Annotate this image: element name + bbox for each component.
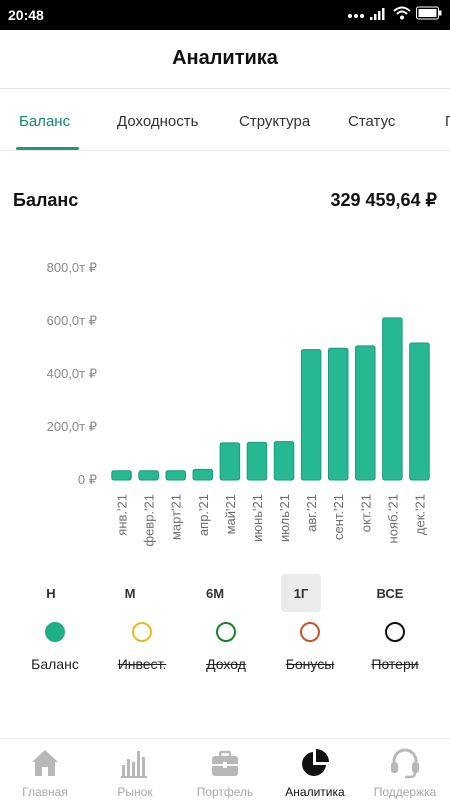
y-tick-label: 200,0т ₽ <box>47 419 97 434</box>
period-week[interactable]: Н <box>31 574 71 612</box>
x-tick-label: сент.'21 <box>331 494 346 540</box>
x-tick-label: март'21 <box>169 494 184 540</box>
chart-bar <box>246 441 268 481</box>
nav-support[interactable]: Поддержка <box>360 739 450 801</box>
home-icon <box>29 747 61 779</box>
nav-label: Главная <box>22 785 68 799</box>
x-tick-label: нояб.'21 <box>385 494 400 543</box>
chart-bar <box>165 470 186 481</box>
period-month[interactable]: М <box>110 574 150 612</box>
period-1y[interactable]: 1Г <box>281 574 321 612</box>
chart-bar <box>219 442 241 481</box>
legend-label: Бонусы <box>285 656 335 672</box>
app-header: Аналитика <box>0 30 450 89</box>
nav-portfolio[interactable]: Портфель <box>180 739 270 801</box>
nav-label: Рынок <box>117 785 153 799</box>
more-dots-icon <box>347 6 365 24</box>
nav-analytics[interactable]: Аналитика <box>270 739 360 801</box>
status-time: 20:48 <box>8 7 44 23</box>
battery-icon <box>416 6 442 25</box>
legend-dot <box>216 622 236 642</box>
x-tick-label: дек.'21 <box>412 494 427 535</box>
chart-bar <box>192 468 214 481</box>
tab-structure[interactable]: Структура <box>239 113 310 130</box>
period-all[interactable]: ВСЕ <box>370 574 410 612</box>
chart-bar <box>355 345 376 481</box>
chart-bar <box>382 317 403 481</box>
x-tick-label: апр.'21 <box>196 494 211 536</box>
x-tick-label: июль'21 <box>277 494 292 542</box>
chart-bar <box>273 441 295 481</box>
market-bars-icon <box>119 747 151 779</box>
chart-bar <box>300 349 322 481</box>
legend-losses[interactable]: Потери <box>350 622 440 672</box>
briefcase-icon <box>209 747 241 779</box>
tab-status[interactable]: Статус <box>348 113 395 130</box>
legend-bonuses[interactable]: Бонусы <box>265 622 355 672</box>
balance-label: Баланс <box>13 190 79 210</box>
page-title: Аналитика <box>172 47 278 69</box>
legend-label: Потери <box>371 656 419 672</box>
x-tick-label: июнь'21 <box>250 494 265 542</box>
pie-chart-icon <box>299 747 331 779</box>
tab-yield[interactable]: Доходность <box>117 113 198 130</box>
y-tick-label: 0 ₽ <box>78 472 97 487</box>
legend-income[interactable]: Доход <box>181 622 271 672</box>
legend-invest[interactable]: Инвест. <box>97 622 187 672</box>
bottom-navigation: Главная Рынок Портфель Аналитика Поддерж… <box>0 738 450 801</box>
nav-market[interactable]: Рынок <box>90 739 180 801</box>
x-tick-label: авг.'21 <box>304 494 319 532</box>
nav-label: Поддержка <box>373 785 437 799</box>
legend-dot <box>45 622 65 642</box>
x-tick-label: окт.'21 <box>358 494 373 532</box>
wifi-icon <box>393 6 411 25</box>
legend-label: Инвест. <box>117 656 167 672</box>
status-bar: 20:48 <box>0 0 450 30</box>
legend-dot <box>385 622 405 642</box>
x-tick-label: май'21 <box>223 494 238 534</box>
nav-label: Портфель <box>196 785 254 799</box>
x-tick-label: янв.'21 <box>115 494 130 536</box>
balance-value: 329 459,64 ₽ <box>330 190 437 210</box>
chart-legend: Баланс Инвест. Доход Бонусы Потери <box>0 622 450 682</box>
legend-dot <box>132 622 152 642</box>
legend-dot <box>300 622 320 642</box>
y-tick-label: 600,0т ₽ <box>47 313 97 328</box>
period-6m[interactable]: 6М <box>195 574 235 612</box>
balance-bar-chart: 0 ₽ 200,0т ₽ 400,0т ₽ 600,0т ₽ 800,0т ₽ янв.'… <box>47 260 430 547</box>
legend-label: Доход <box>206 656 246 672</box>
legend-label: Баланс <box>31 656 79 672</box>
period-selector: Н М 6М 1Г ВСЕ <box>0 574 450 614</box>
tab-bar: Баланс Доходность Структура Статус П <box>0 90 450 151</box>
nav-label: Аналитика <box>285 785 345 799</box>
active-tab-indicator <box>16 147 79 150</box>
y-tick-label: 800,0т ₽ <box>47 260 97 275</box>
chart-bar <box>327 347 349 481</box>
signal-icon <box>370 6 388 25</box>
y-tick-label: 400,0т ₽ <box>47 366 97 381</box>
tab-balance[interactable]: Баланс <box>19 113 70 130</box>
chart-bar <box>409 342 430 481</box>
headset-icon <box>389 747 421 779</box>
nav-home[interactable]: Главная <box>0 739 90 801</box>
tab-partial[interactable]: П <box>445 113 450 130</box>
x-tick-label: февр.'21 <box>142 494 157 547</box>
chart-bar <box>111 470 132 481</box>
legend-balance[interactable]: Баланс <box>10 622 100 672</box>
status-icons <box>347 6 442 24</box>
chart-bar <box>138 470 159 481</box>
